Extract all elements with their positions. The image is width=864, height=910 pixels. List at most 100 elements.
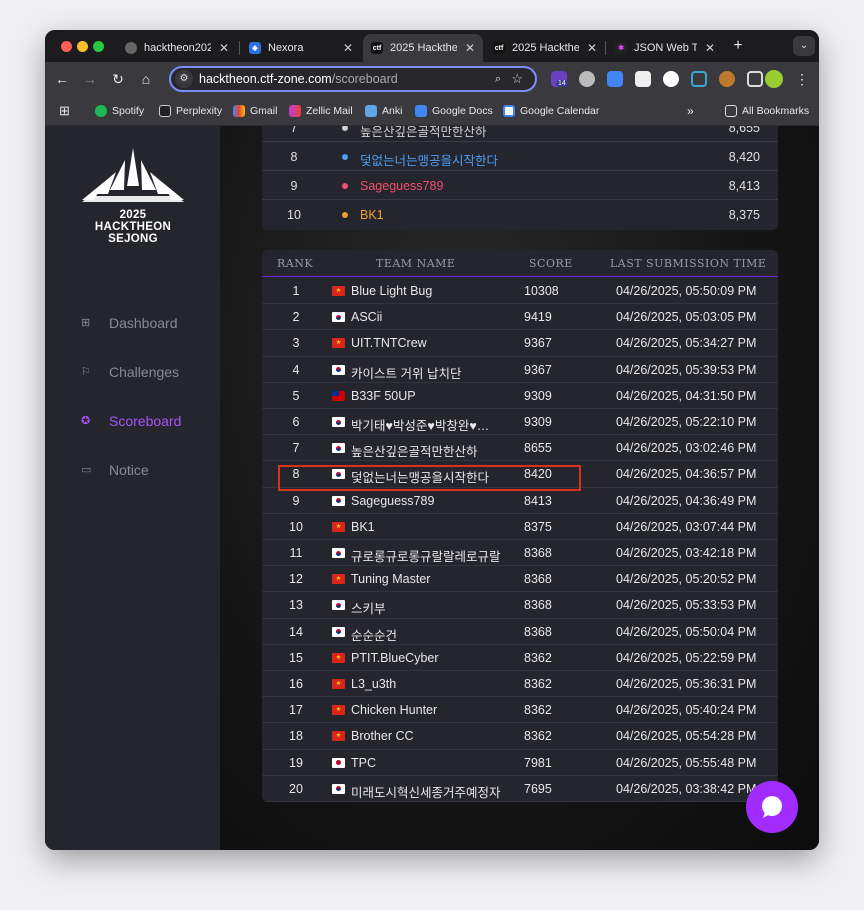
extension-hex-icon[interactable] [691, 71, 707, 87]
toolbar: ← → ↻ ⌂ ⚙ hacktheon.ctf-zone.com/scorebo… [45, 62, 819, 96]
tab-nexora[interactable]: ◆ Nexora ✕ [241, 34, 361, 62]
table-row: 4 카이스트 거위 납치단 9367 04/26/2025, 05:39:53 PM [262, 357, 778, 383]
team-name-cell[interactable]: TPC [351, 756, 501, 770]
team-name-cell[interactable]: 스키부 [351, 598, 501, 617]
table-row: 6 박기태♥박성준♥박창완♥… 9309 04/26/2025, 05:22:10 P… [262, 409, 778, 436]
tab-jwt[interactable]: ✱ JSON Web To ✕ [607, 34, 723, 62]
spotify-icon [95, 105, 107, 117]
country-flag-icon [332, 495, 345, 506]
close-tab-icon[interactable]: ✕ [587, 41, 597, 55]
chat-widget-button[interactable] [746, 781, 798, 833]
score-cell: 9419 [524, 310, 552, 325]
sidebar-item-challenges[interactable]: ⚐ Challenges [81, 364, 179, 380]
home-icon[interactable]: ⌂ [137, 70, 155, 88]
table-row: 13 스키부 8368 04/26/2025, 05:33:53 PM [262, 592, 778, 619]
hacktheon-logo[interactable]: 2025 HACKTHEON SEJONG [80, 146, 186, 245]
anki-icon [365, 105, 377, 117]
score-cell: 8655 [524, 441, 552, 456]
scoreboard-main: 7 높은산깊은골적만한산하 8,655 8 덫없는너는맹공을시작한다 8,420… [220, 126, 819, 850]
bookmark-gmail[interactable]: Gmail [233, 103, 277, 119]
new-tab-icon[interactable]: + [729, 37, 747, 55]
team-name-cell[interactable]: Blue Light Bug [351, 284, 501, 298]
team-name-cell[interactable]: BK1 [351, 520, 501, 534]
team-name-cell[interactable]: PTIT.BlueCyber [351, 651, 501, 665]
team-name-cell[interactable]: 박기태♥박성준♥박창완♥… [351, 415, 501, 434]
close-tab-icon[interactable]: ✕ [705, 41, 715, 55]
sidebar-item-notice[interactable]: ▭ Notice [81, 462, 149, 478]
close-window-button[interactable] [61, 41, 72, 52]
team-name-cell[interactable]: ASCii [351, 310, 501, 324]
url-host: hacktheon.ctf-zone.com [199, 72, 332, 86]
qr-icon[interactable] [635, 71, 651, 87]
bookmark-zellic-mail[interactable]: Zellic Mail [289, 103, 353, 119]
extension-circle-icon[interactable] [663, 71, 679, 87]
more-bookmarks-icon[interactable]: » [687, 103, 694, 119]
profile-avatar[interactable] [765, 70, 783, 88]
bookmark-anki[interactable]: Anki [365, 103, 402, 119]
perplexity-icon [159, 105, 171, 117]
rank-cell: 19 [289, 755, 303, 770]
score-cell: 8413 [524, 493, 552, 508]
team-name-cell[interactable]: Chicken Hunter [351, 703, 501, 717]
rank-dot [342, 212, 348, 218]
table-row: 12 ★ Tuning Master 8368 04/26/2025, 05:20:52… [262, 566, 778, 593]
team-name-cell[interactable]: Brother CC [351, 729, 501, 743]
team-name-cell[interactable]: 순순순건 [351, 625, 501, 644]
bookmark-google-calendar[interactable]: Google Calendar [503, 103, 599, 119]
apps-icon[interactable]: ⊞ [59, 103, 70, 119]
maximize-window-button[interactable] [93, 41, 104, 52]
rank-cell: 2 [292, 310, 300, 325]
team-name-cell[interactable]: B33F 50UP [351, 389, 501, 403]
score-cell: 7981 [524, 755, 552, 770]
rank-cell: 17 [289, 703, 303, 718]
back-icon[interactable]: ← [53, 70, 71, 88]
team-name-cell[interactable]: 규로롱규로롱규랄랄레로규랄… [351, 546, 501, 565]
folder-icon [725, 105, 737, 117]
menu-icon[interactable]: ⋮ [793, 70, 811, 88]
table-row: 10 ★ BK1 8375 04/26/2025, 03:07:44 PM [262, 514, 778, 540]
minimize-window-button[interactable] [77, 41, 88, 52]
google-docs-icon [415, 105, 427, 117]
rank-cell: 14 [289, 624, 303, 639]
top-ranking-row: 8 덫없는너는맹공을시작한다 8,420 [262, 142, 778, 171]
bookmark-star-icon[interactable]: ☆ [511, 71, 523, 87]
table-row: 5 B33F 50UP 9309 04/26/2025, 04:31:50 PM [262, 383, 778, 409]
tab-hacktheon[interactable]: hacktheоn202 ✕ [117, 34, 237, 62]
cookie-icon[interactable] [719, 71, 735, 87]
bookmark-spotify[interactable]: Spotify [95, 103, 144, 119]
team-name-cell[interactable]: 높은산깊은골적만한산하 [351, 441, 501, 460]
sidebar-item-dashboard[interactable]: ⊞ Dashboard [81, 315, 178, 331]
zoom-icon[interactable]: ⌕ [495, 73, 501, 86]
forward-icon[interactable]: → [81, 70, 99, 88]
translate-icon[interactable] [607, 71, 623, 87]
address-bar[interactable]: ⚙ hacktheon.ctf-zone.com/scoreboard ⌕ ☆ [169, 66, 537, 92]
submission-time-cell: 04/26/2025, 03:42:18 PM [616, 546, 757, 560]
extensions-puzzle-icon[interactable] [747, 71, 763, 87]
bookmark-perplexity[interactable]: Perplexity [159, 103, 222, 119]
team-name-cell[interactable]: Tuning Master [351, 572, 501, 586]
submission-time-cell: 04/26/2025, 05:33:53 PM [616, 598, 757, 613]
sidebar-item-scoreboard[interactable]: ✪ Scoreboard [81, 413, 181, 429]
rank-cell: 7 [292, 441, 300, 456]
close-tab-icon[interactable]: ✕ [343, 41, 353, 55]
team-name-cell[interactable]: Sageguess789 [351, 494, 501, 508]
score-cell: 8362 [524, 703, 552, 718]
submission-time-cell: 04/26/2025, 05:50:09 PM [616, 284, 757, 298]
team-name-cell[interactable]: 미래도시혁신세종거주예정자 [351, 782, 501, 801]
extension-icon[interactable]: 14 [551, 71, 568, 87]
team-name-cell[interactable]: UIT.TNTCrew [351, 336, 501, 350]
sidebar: 2025 HACKTHEON SEJONG ⊞ Dashboard ⚐ Chal… [45, 126, 220, 850]
close-tab-icon[interactable]: ✕ [219, 41, 229, 55]
all-bookmarks[interactable]: All Bookmarks [725, 103, 809, 119]
bookmark-google-docs[interactable]: Google Docs [415, 103, 493, 119]
bookmarks-bar: ⊞ Spotify Perplexity Gmail Zellic Mail A… [45, 96, 819, 126]
tab-hacktheon-2[interactable]: ctf 2025 Hackthe ✕ [485, 34, 605, 62]
tab-scoreboard-active[interactable]: ctf 2025 Hackthe ✕ [363, 34, 483, 62]
team-name-cell[interactable]: L3_u3th [351, 677, 501, 691]
extension-gray-icon[interactable] [579, 71, 595, 87]
close-tab-icon[interactable]: ✕ [465, 41, 475, 55]
tab-search-icon[interactable]: ⌄ [793, 36, 815, 56]
site-info-icon[interactable]: ⚙ [175, 70, 193, 88]
team-name-cell[interactable]: 카이스트 거위 납치단 [351, 363, 501, 382]
reload-icon[interactable]: ↻ [109, 70, 127, 88]
